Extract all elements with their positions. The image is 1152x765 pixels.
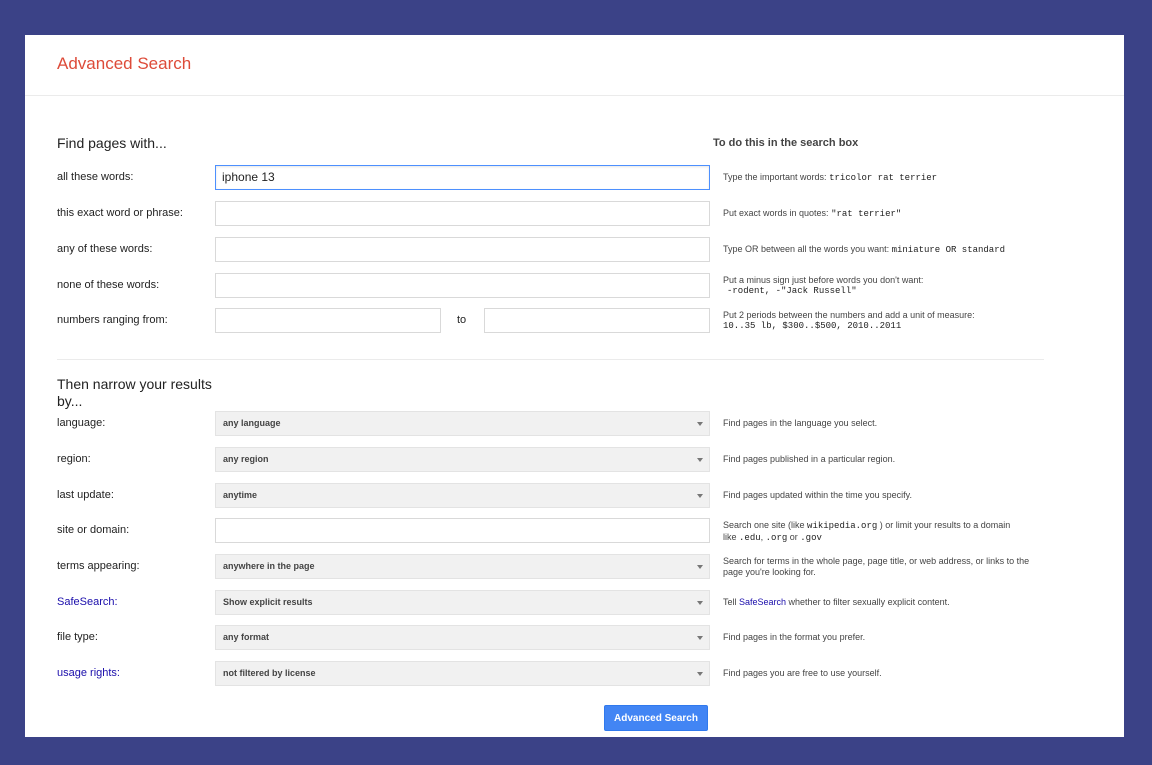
safesearch-hint-b: whether to filter sexually explicit cont… xyxy=(786,597,950,607)
advanced-search-button[interactable]: Advanced Search xyxy=(604,705,708,731)
exact-phrase-hint-example: "rat terrier" xyxy=(831,209,902,219)
chevron-down-icon xyxy=(697,601,703,605)
usage-rights-selected-value: not filtered by license xyxy=(223,668,316,678)
row-exact-phrase: this exact word or phrase: Put exact wor… xyxy=(25,201,1124,226)
row-last-update: last update: anytime Find pages updated … xyxy=(25,483,1124,508)
region-selected-value: any region xyxy=(223,454,269,464)
terms-appearing-select[interactable]: anywhere in the page xyxy=(215,554,710,579)
numbers-range-hint-example: 10..35 lb, $300..$500, 2010..2011 xyxy=(723,321,902,331)
usage-rights-select[interactable]: not filtered by license xyxy=(215,661,710,686)
section-divider xyxy=(57,359,1044,360)
all-words-hint: Type the important words: tricolor rat t… xyxy=(723,172,1053,184)
last-update-label: last update: xyxy=(57,489,114,501)
page-title: Advanced Search xyxy=(57,54,192,73)
usage-rights-link[interactable]: usage rights: xyxy=(57,661,120,686)
last-update-hint: Find pages updated within the time you s… xyxy=(723,490,912,500)
any-words-hint: Type OR between all the words you want: … xyxy=(723,244,1053,256)
exact-phrase-input[interactable] xyxy=(215,201,710,226)
row-safesearch: SafeSearch: Show explicit results Tell S… xyxy=(25,590,1124,615)
exact-phrase-hint: Put exact words in quotes: "rat terrier" xyxy=(723,208,1053,220)
none-words-label: none of these words: xyxy=(57,279,160,291)
language-hint: Find pages in the language you select. xyxy=(723,418,878,428)
site-hint-example-2: .edu xyxy=(739,533,761,543)
numbers-from-input[interactable] xyxy=(215,308,441,333)
row-file-type: file type: any format Find pages in the … xyxy=(25,625,1124,650)
numbers-to-label: to xyxy=(457,314,467,326)
row-any-words: any of these words: Type OR between all … xyxy=(25,237,1124,262)
terms-appearing-label: terms appearing: xyxy=(57,560,140,572)
chevron-down-icon xyxy=(697,494,703,498)
site-hint-e: or xyxy=(787,532,801,542)
row-terms-appearing: terms appearing: anywhere in the page Se… xyxy=(25,554,1124,579)
last-update-selected-value: anytime xyxy=(223,490,258,500)
all-words-hint-text: Type the important words: xyxy=(723,172,830,182)
numbers-range-hint-text: Put 2 periods between the numbers and ad… xyxy=(723,310,975,320)
chevron-down-icon xyxy=(697,672,703,676)
all-words-input[interactable]: iphone 13 xyxy=(215,165,710,190)
chevron-down-icon xyxy=(697,422,703,426)
site-domain-label: site or domain: xyxy=(57,524,130,536)
safesearch-selected-value: Show explicit results xyxy=(223,597,313,607)
chevron-down-icon xyxy=(697,458,703,462)
none-words-input[interactable] xyxy=(215,273,710,298)
language-select[interactable]: any language xyxy=(215,411,710,436)
numbers-range-hint: Put 2 periods between the numbers and ad… xyxy=(723,310,1053,332)
region-label: region: xyxy=(57,453,91,465)
site-hint-b: ) or limit your results to a domain xyxy=(877,520,1011,530)
page-header: Advanced Search xyxy=(25,35,1124,96)
none-words-hint-example: -rodent, -"Jack Russell" xyxy=(727,286,857,296)
safesearch-select[interactable]: Show explicit results xyxy=(215,590,710,615)
safesearch-hint: Tell SafeSearch whether to filter sexual… xyxy=(723,597,1053,608)
row-language: language: any language Find pages in the… xyxy=(25,411,1124,436)
row-region: region: any region Find pages published … xyxy=(25,447,1124,472)
row-none-words: none of these words: Put a minus sign ju… xyxy=(25,273,1124,298)
narrow-results-heading: Then narrow your results by... xyxy=(57,376,212,410)
numbers-range-label: numbers ranging from: xyxy=(57,314,168,326)
site-hint-a: Search one site (like xyxy=(723,520,808,530)
advanced-search-panel: Advanced Search Find pages with... To do… xyxy=(25,35,1124,737)
region-select[interactable]: any region xyxy=(215,447,710,472)
safesearch-link[interactable]: SafeSearch: xyxy=(57,590,118,615)
narrow-heading-line2: by... xyxy=(57,393,83,409)
any-words-input[interactable] xyxy=(215,237,710,262)
language-label: language: xyxy=(57,417,106,429)
exact-phrase-label: this exact word or phrase: xyxy=(57,207,183,219)
file-type-hint: Find pages in the format you prefer. xyxy=(723,632,866,642)
file-type-label: file type: xyxy=(57,631,98,643)
site-hint-example-4: .gov xyxy=(800,533,822,543)
all-words-label: all these words: xyxy=(57,171,134,183)
usage-rights-hint: Find pages you are free to use yourself. xyxy=(723,668,882,678)
terms-appearing-hint: Search for terms in the whole page, page… xyxy=(723,556,1030,577)
none-words-hint: Put a minus sign just before words you d… xyxy=(723,275,1053,297)
site-hint-example-1: wikipedia.org xyxy=(807,521,878,531)
any-words-label: any of these words: xyxy=(57,243,153,255)
terms-selected-value: anywhere in the page xyxy=(223,561,315,571)
row-all-words: all these words: iphone 13 Type the impo… xyxy=(25,165,1124,190)
none-words-hint-text: Put a minus sign just before words you d… xyxy=(723,275,924,285)
chevron-down-icon xyxy=(697,565,703,569)
hint-column-heading: To do this in the search box xyxy=(713,137,859,149)
any-words-hint-example: miniature OR standard xyxy=(891,245,1006,255)
site-domain-input[interactable] xyxy=(215,518,710,543)
last-update-select[interactable]: anytime xyxy=(215,483,710,508)
site-hint-example-3: .org xyxy=(765,533,788,543)
site-domain-hint: Search one site (like wikipedia.org ) or… xyxy=(723,520,1053,544)
any-words-hint-text: Type OR between all the words you want: xyxy=(723,244,892,254)
file-type-select[interactable]: any format xyxy=(215,625,710,650)
language-selected-value: any language xyxy=(223,418,281,428)
all-words-hint-example: tricolor rat terrier xyxy=(829,173,938,183)
safesearch-hint-a: Tell xyxy=(723,597,740,607)
narrow-heading-line1: Then narrow your results xyxy=(57,376,212,392)
find-pages-heading: Find pages with... xyxy=(57,135,167,151)
file-type-selected-value: any format xyxy=(223,632,270,642)
row-usage-rights: usage rights: not filtered by license Fi… xyxy=(25,661,1124,686)
exact-phrase-hint-text: Put exact words in quotes: xyxy=(723,208,832,218)
numbers-to-input[interactable] xyxy=(484,308,710,333)
row-numbers-range: numbers ranging from: to Put 2 periods b… xyxy=(25,308,1124,333)
site-hint-c: like xyxy=(723,532,740,542)
safesearch-hint-link[interactable]: SafeSearch xyxy=(739,597,786,607)
region-hint: Find pages published in a particular reg… xyxy=(723,454,896,464)
row-site-domain: site or domain: Search one site (like wi… xyxy=(25,518,1124,543)
chevron-down-icon xyxy=(697,636,703,640)
